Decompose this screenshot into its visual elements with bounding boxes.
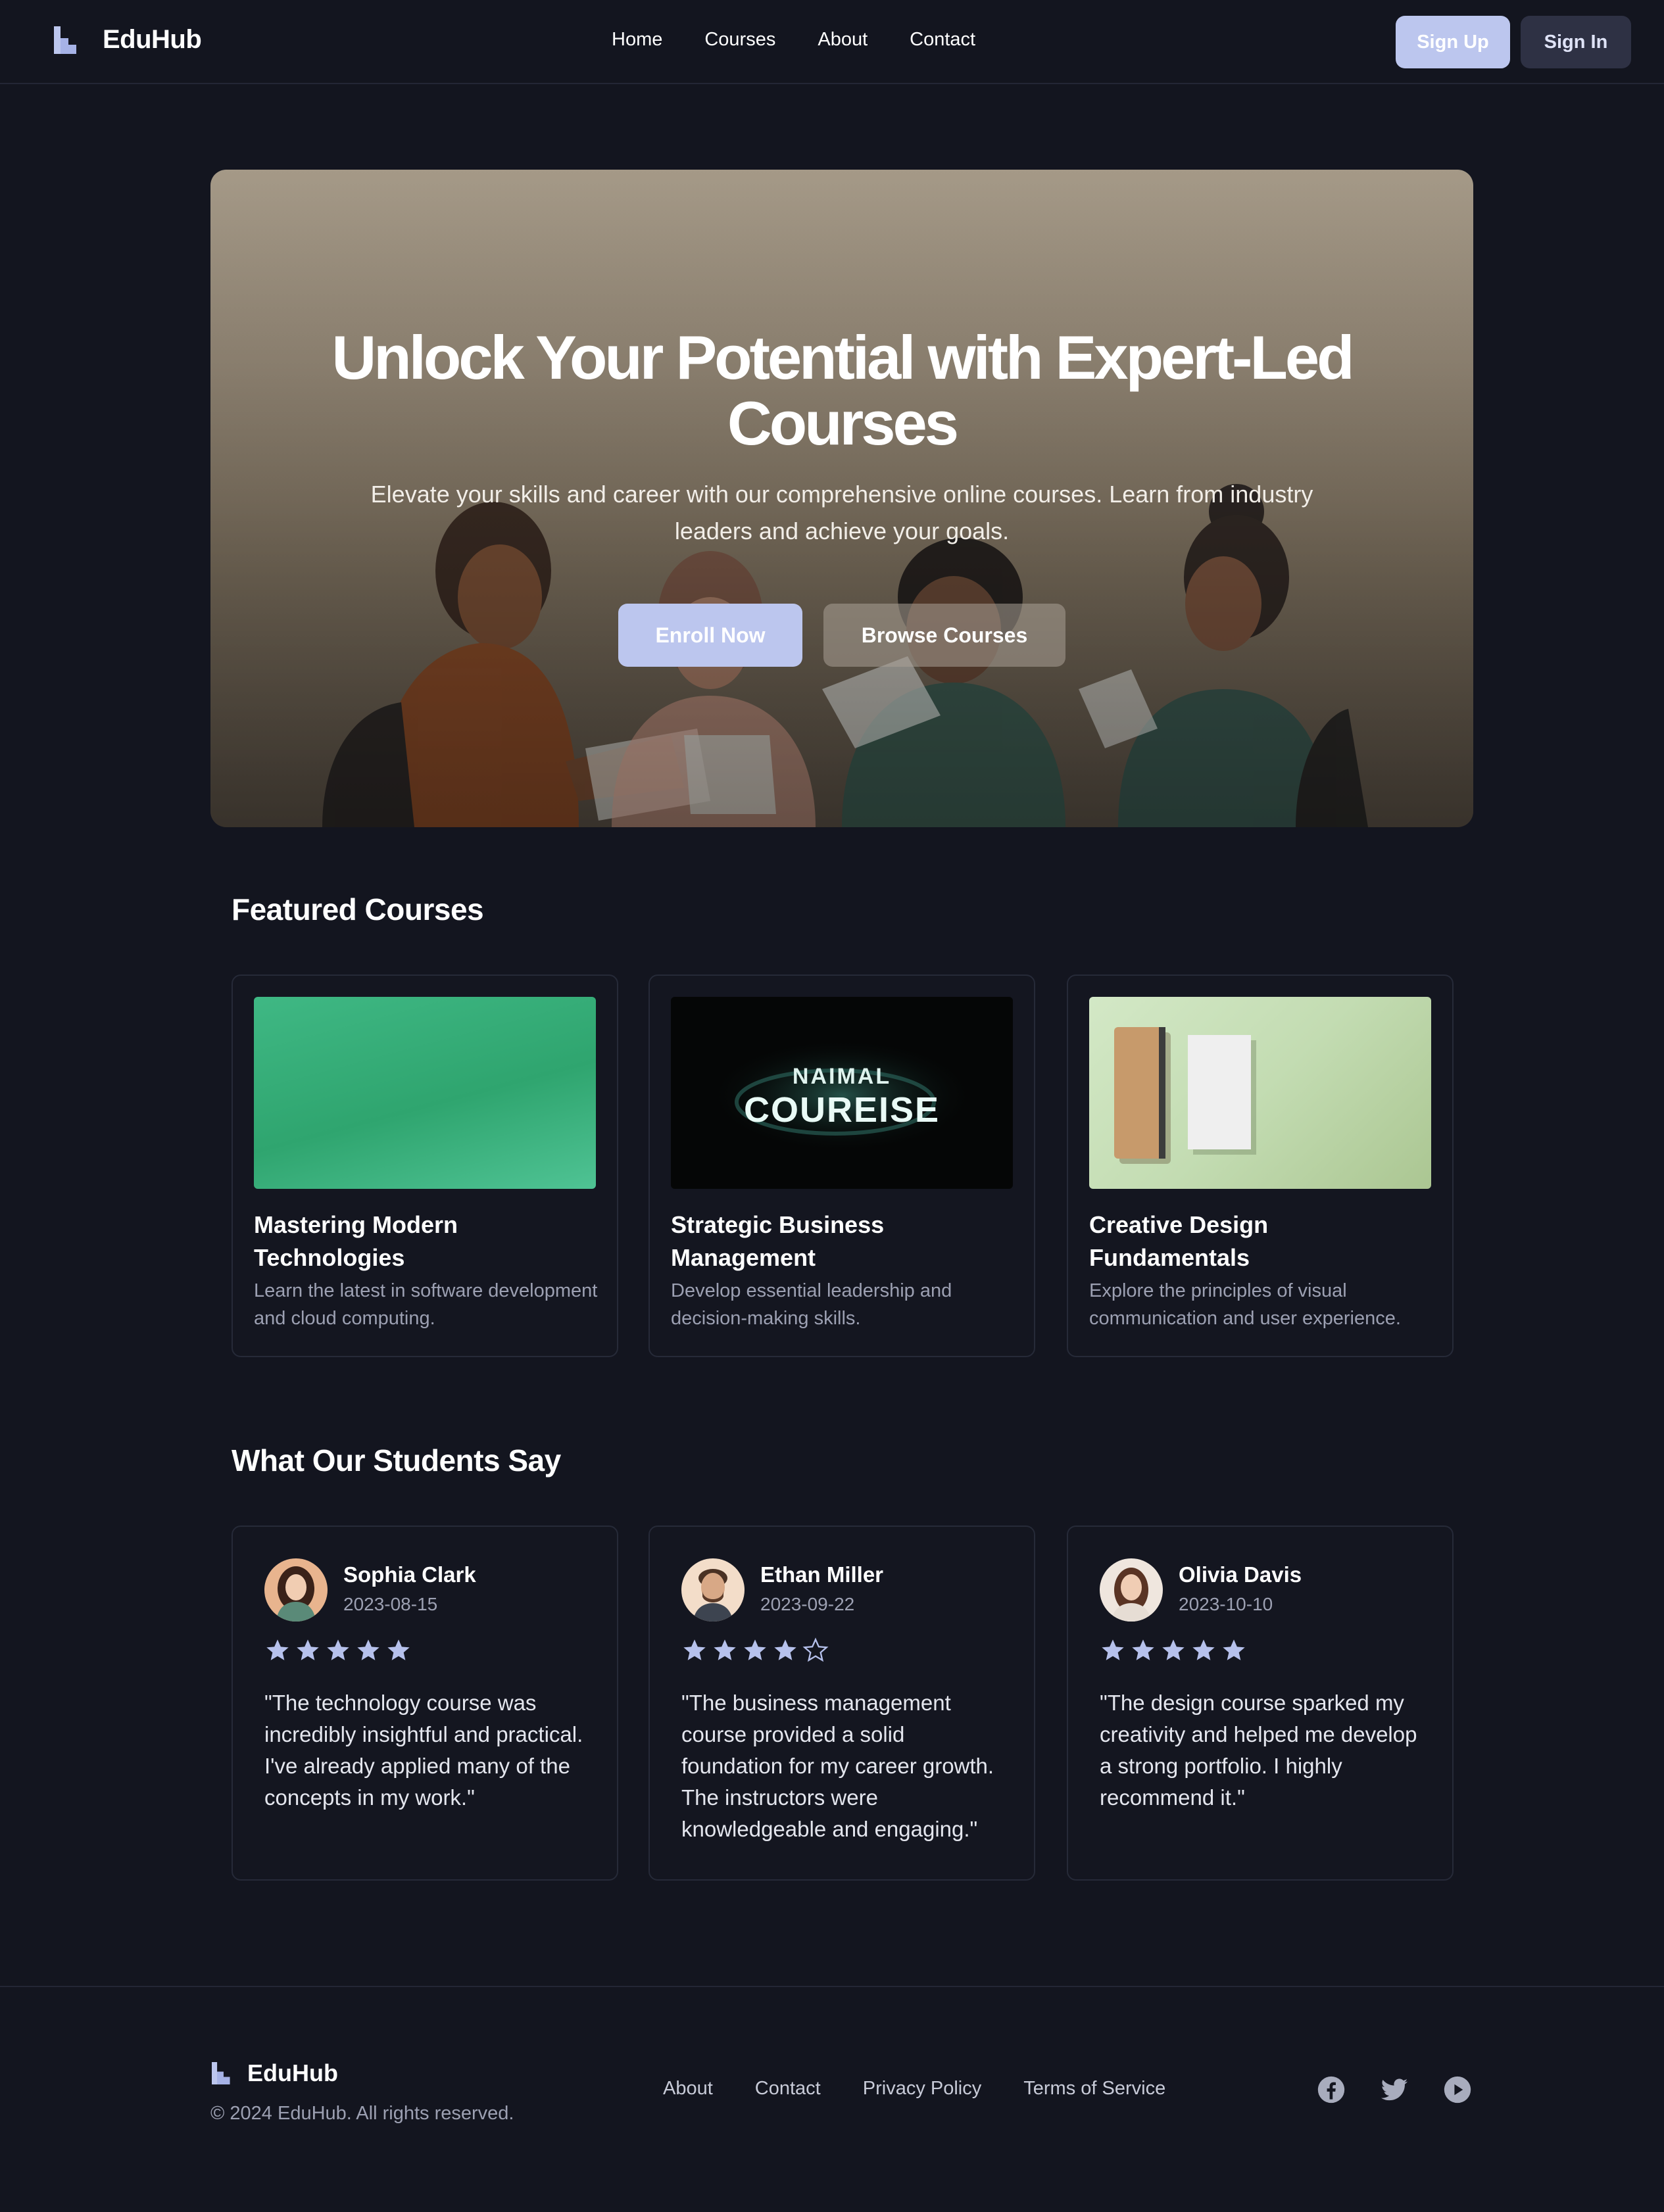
course-image	[254, 997, 596, 1189]
footer-brand-name: EduHub	[247, 2059, 338, 2086]
star-outline-icon	[802, 1637, 829, 1662]
avatar	[264, 1558, 328, 1622]
youtube-icon[interactable]	[1443, 2075, 1472, 2104]
footer-link-about[interactable]: About	[663, 2078, 713, 2100]
star-filled-icon	[266, 1639, 289, 1660]
stair-logo-icon	[212, 2062, 230, 2084]
course-image: NAIMAL COUREISE	[671, 997, 1013, 1189]
testimonial-card: Ethan Miller 2023-09-22 "The business ma…	[648, 1526, 1035, 1881]
course-card[interactable]: Creative Design Fundamentals Explore the…	[1067, 974, 1454, 1357]
star-filled-icon	[1223, 1639, 1245, 1660]
star-rating	[681, 1637, 833, 1664]
browse-courses-button[interactable]: Browse Courses	[823, 604, 1065, 667]
notebook-graphic	[1114, 1027, 1256, 1164]
stair-logo-icon	[54, 26, 76, 54]
twitter-icon[interactable]	[1380, 2075, 1409, 2104]
enroll-now-button[interactable]: Enroll Now	[618, 604, 802, 667]
testimonial-quote: "The technology course was incredibly in…	[264, 1691, 583, 1810]
footer-brand-logo[interactable]: EduHub	[212, 2059, 338, 2087]
star-filled-icon	[327, 1639, 349, 1660]
site-header: EduHub Home Courses About Contact Sign U…	[0, 0, 1664, 84]
course-description: Explore the principles of visual communi…	[1089, 1280, 1401, 1329]
star-filled-icon	[1102, 1639, 1124, 1660]
brand-logo[interactable]: EduHub	[54, 25, 202, 55]
nav-contact[interactable]: Contact	[910, 29, 975, 51]
copyright-text: © 2024 EduHub. All rights reserved.	[210, 2103, 514, 2124]
course-card[interactable]: NAIMAL COUREISE Strategic Business Manag…	[648, 974, 1035, 1357]
testimonials-heading: What Our Students Say	[232, 1443, 561, 1478]
star-filled-icon	[744, 1639, 766, 1660]
testimonial-card: Sophia Clark 2023-08-15 "The technology …	[232, 1526, 618, 1881]
sign-in-button[interactable]: Sign In	[1521, 16, 1631, 68]
hero-title: Unlock Your Potential with Expert-Led Co…	[331, 323, 1354, 458]
nav-home[interactable]: Home	[612, 29, 662, 51]
sign-up-button[interactable]: Sign Up	[1396, 16, 1510, 68]
reviewer-name: Sophia Clark	[343, 1562, 476, 1587]
star-filled-icon	[387, 1639, 410, 1660]
testimonial-quote: "The design course sparked my creativity…	[1100, 1691, 1417, 1810]
star-filled-icon	[683, 1639, 706, 1660]
star-filled-icon	[714, 1639, 736, 1660]
testimonial-card: Olivia Davis 2023-10-10 "The design cour…	[1067, 1526, 1454, 1881]
review-date: 2023-09-22	[760, 1594, 855, 1614]
reviewer-name: Olivia Davis	[1179, 1562, 1302, 1587]
course-title: Strategic Business Management	[671, 1211, 885, 1271]
glow-logo-graphic: NAIMAL COUREISE	[704, 1036, 980, 1155]
course-title: Mastering Modern Technologies	[254, 1211, 458, 1271]
star-filled-icon	[357, 1639, 379, 1660]
star-filled-icon	[1132, 1639, 1154, 1660]
testimonial-quote: "The business management course provided…	[681, 1691, 994, 1841]
site-footer: EduHub © 2024 EduHub. All rights reserve…	[0, 1986, 1664, 2212]
star-filled-icon	[297, 1639, 319, 1660]
hero-subtitle: Elevate your skills and career with our …	[370, 481, 1313, 544]
star-filled-icon	[1192, 1639, 1215, 1660]
star-rating	[1100, 1637, 1251, 1664]
hero-banner: Unlock Your Potential with Expert-Led Co…	[210, 170, 1473, 827]
featured-courses-heading: Featured Courses	[232, 892, 484, 926]
footer-link-terms[interactable]: Terms of Service	[1023, 2078, 1165, 2100]
star-filled-icon	[1162, 1639, 1185, 1660]
brand-name: EduHub	[103, 25, 202, 54]
footer-link-privacy[interactable]: Privacy Policy	[863, 2078, 982, 2100]
footer-nav: About Contact Privacy Policy Terms of Se…	[663, 2078, 1208, 2100]
reviewer-name: Ethan Miller	[760, 1562, 884, 1587]
avatar	[681, 1558, 745, 1622]
course-title: Creative Design Fundamentals	[1089, 1211, 1269, 1271]
facebook-icon[interactable]	[1317, 2075, 1346, 2104]
course-card[interactable]: Mastering Modern Technologies Learn the …	[232, 974, 618, 1357]
course-image	[1089, 997, 1431, 1189]
avatar	[1100, 1558, 1163, 1622]
course-image-text-top: NAIMAL	[793, 1064, 891, 1089]
course-image-text-bottom: COUREISE	[744, 1090, 940, 1130]
course-description: Develop essential leadership and decisio…	[671, 1280, 952, 1329]
nav-about[interactable]: About	[818, 29, 868, 51]
course-description: Learn the latest in software development…	[254, 1280, 598, 1329]
star-filled-icon	[774, 1639, 796, 1660]
footer-link-contact[interactable]: Contact	[755, 2078, 821, 2100]
star-rating	[264, 1637, 416, 1664]
nav-courses[interactable]: Courses	[704, 29, 775, 51]
main-nav: Home Courses About Contact	[612, 29, 1017, 51]
review-date: 2023-08-15	[343, 1594, 438, 1614]
review-date: 2023-10-10	[1179, 1594, 1273, 1614]
